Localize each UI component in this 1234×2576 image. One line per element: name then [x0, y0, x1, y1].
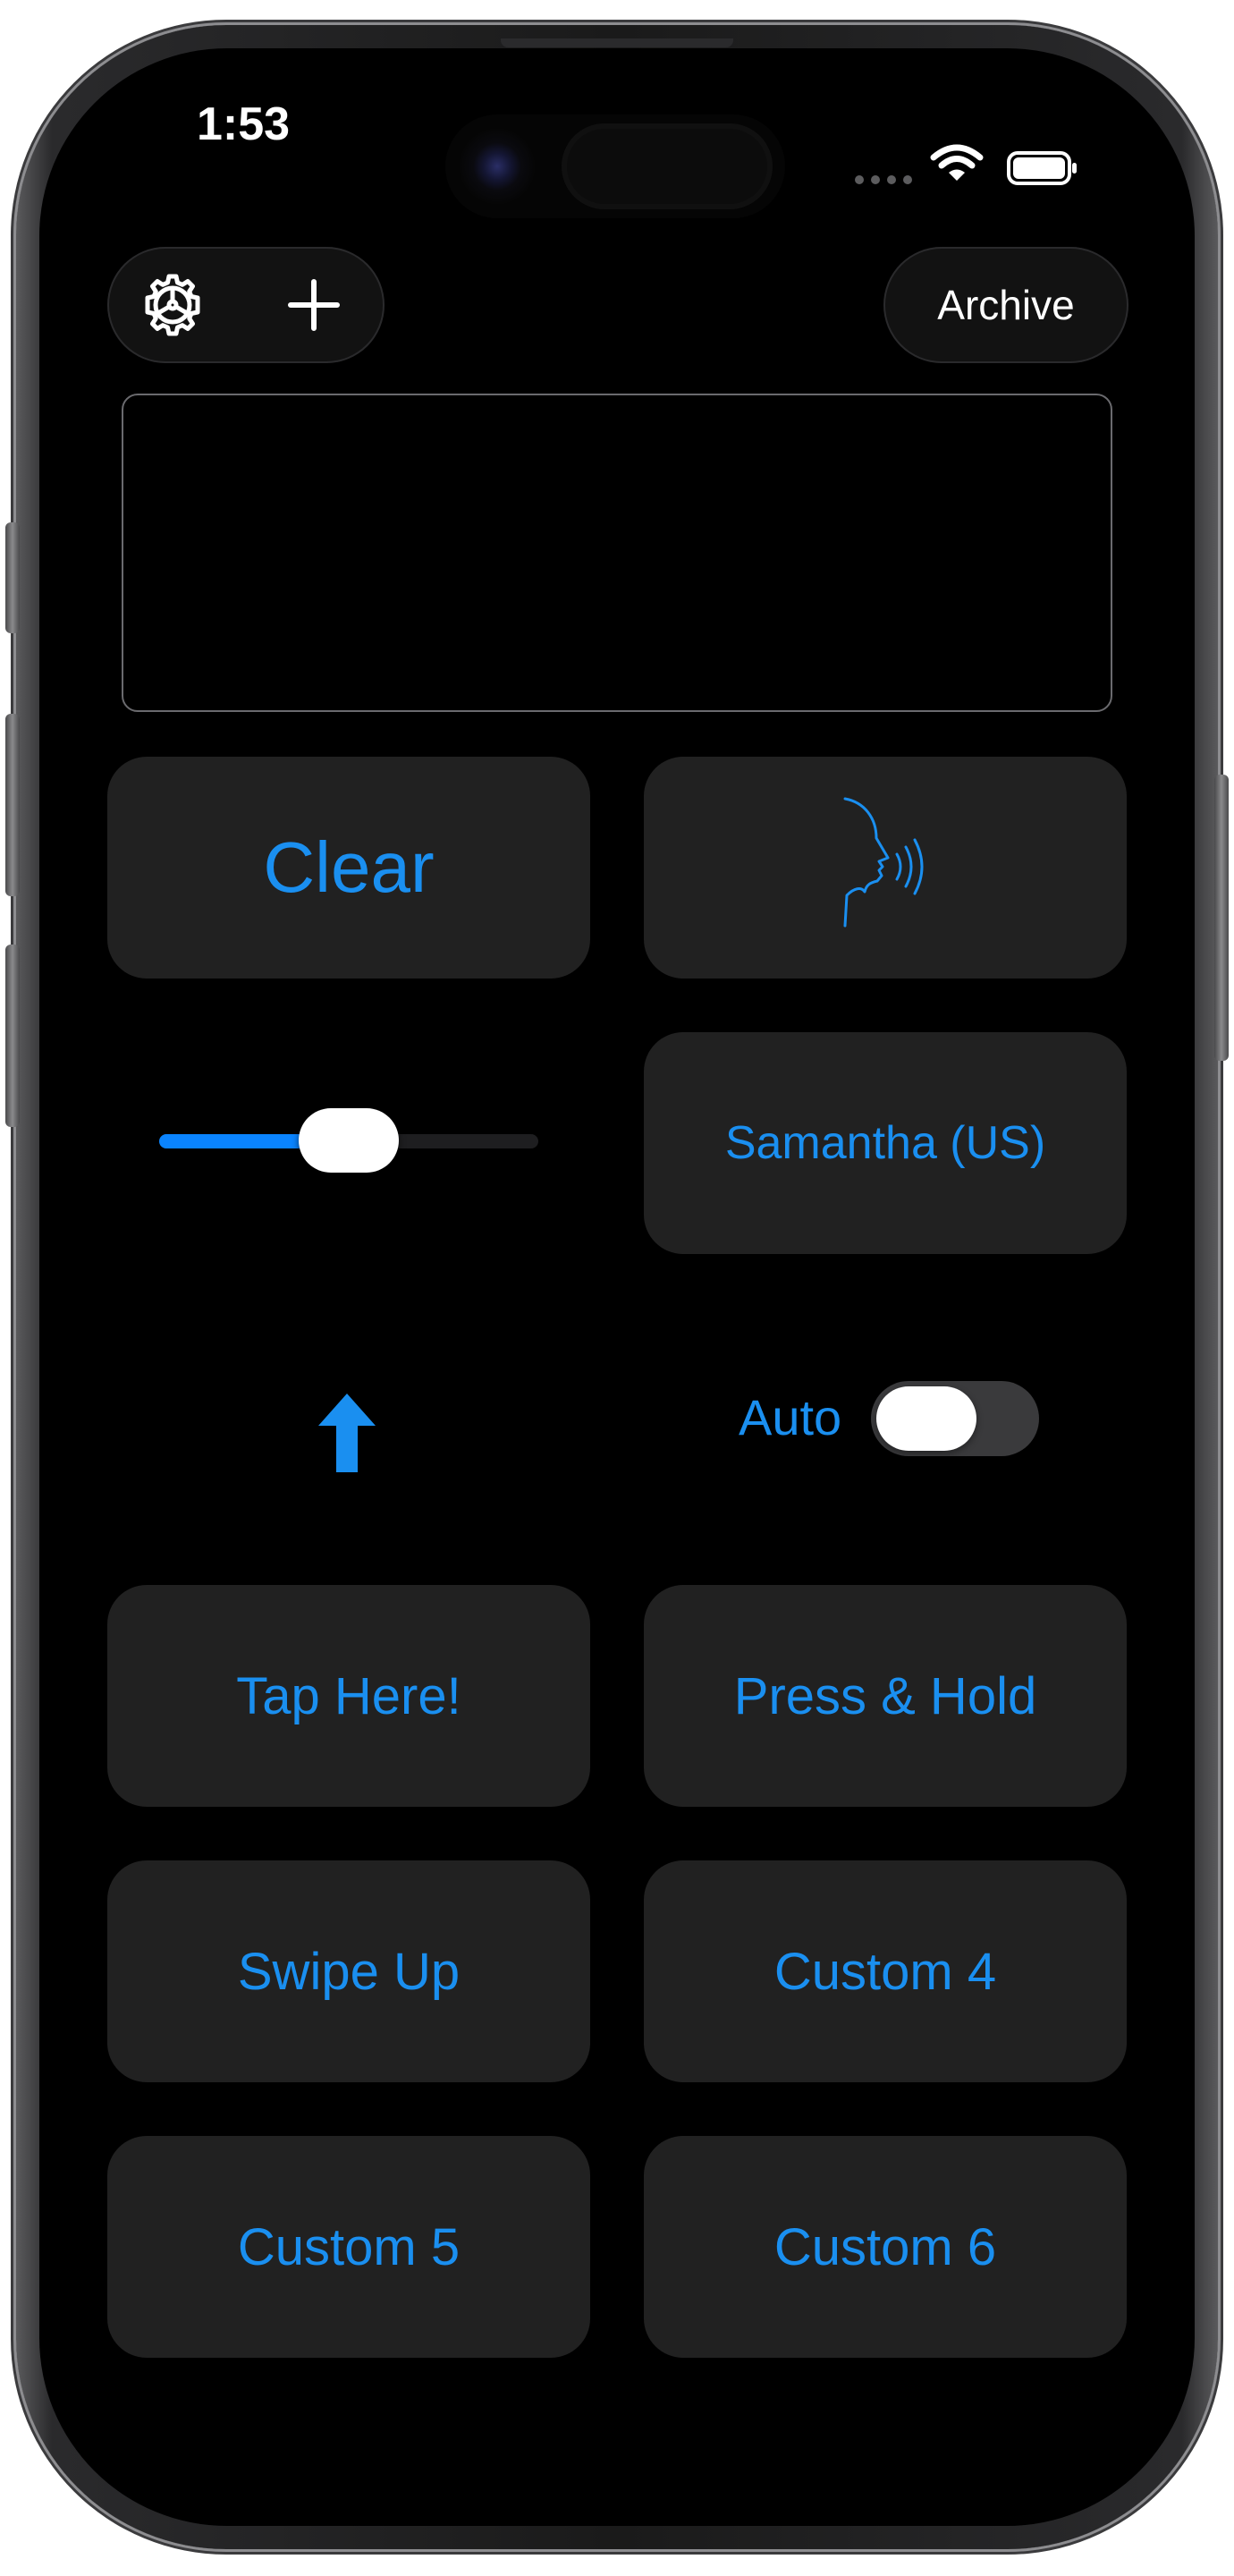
volume-down-button — [5, 945, 20, 1127]
power-button — [1214, 775, 1229, 1061]
plus-icon — [288, 279, 340, 331]
archive-button[interactable]: Archive — [883, 247, 1128, 363]
speak-button[interactable] — [644, 757, 1127, 979]
clear-button[interactable]: Clear — [107, 757, 590, 979]
tap-here-button[interactable]: Tap Here! — [107, 1585, 590, 1807]
wifi-icon — [930, 144, 984, 181]
cellular-signal-icon — [855, 175, 912, 186]
custom-5-button[interactable]: Custom 5 — [107, 2136, 590, 2358]
auto-label: Auto — [739, 1389, 842, 1445]
gear-icon — [145, 274, 200, 336]
status-time: 1:53 — [197, 98, 291, 150]
earpiece — [501, 38, 733, 47]
island-sensor — [562, 123, 773, 209]
toolbar-pill — [107, 247, 385, 363]
dynamic-island — [445, 114, 785, 218]
auto-toggle[interactable] — [871, 1381, 1039, 1456]
voice-select-button[interactable]: Samantha (US) — [644, 1032, 1127, 1254]
add-button[interactable] — [256, 247, 372, 363]
toggle-knob — [876, 1386, 976, 1451]
volume-up-button — [5, 714, 20, 896]
press-hold-button[interactable]: Press & Hold — [644, 1585, 1127, 1807]
battery-icon — [1007, 151, 1077, 185]
speech-text-area[interactable] — [122, 394, 1112, 712]
front-camera — [460, 129, 535, 204]
speech-rate-slider[interactable] — [159, 1106, 538, 1175]
settings-button[interactable] — [114, 247, 231, 363]
custom-6-button[interactable]: Custom 6 — [644, 2136, 1127, 2358]
speaking-head-icon — [843, 797, 924, 928]
action-button — [5, 522, 20, 633]
up-arrow-icon — [318, 1394, 376, 1472]
swipe-up-button[interactable]: Swipe Up — [107, 1860, 590, 2082]
custom-4-button[interactable]: Custom 4 — [644, 1860, 1127, 2082]
slider-thumb[interactable] — [299, 1108, 399, 1173]
